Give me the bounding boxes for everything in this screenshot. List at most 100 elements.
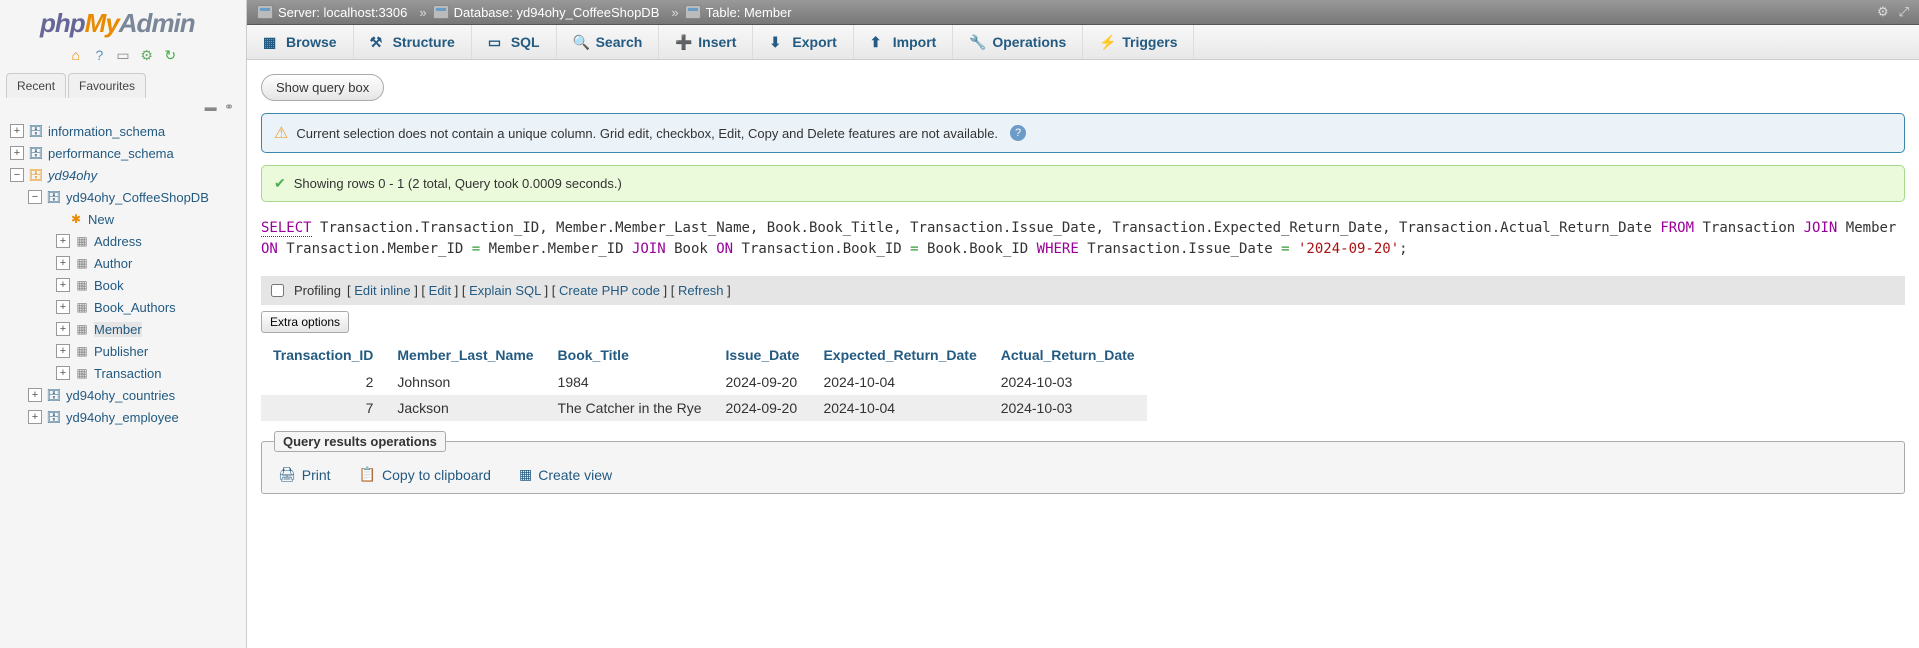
- refresh-icon[interactable]: ↻: [162, 47, 178, 63]
- tree-toggle-icon[interactable]: +: [10, 146, 24, 160]
- tree-label[interactable]: Transaction: [94, 366, 161, 381]
- tree-toggle-icon[interactable]: +: [56, 344, 70, 358]
- sql-token: ,: [1382, 220, 1399, 236]
- print-link[interactable]: 🖨Print: [278, 466, 331, 483]
- operations-icon: 🔧: [969, 34, 985, 50]
- tree-label[interactable]: Member: [94, 322, 142, 337]
- tree-toggle-icon[interactable]: +: [56, 234, 70, 248]
- tree-label[interactable]: information_schema: [48, 124, 165, 139]
- copy-clipboard-link[interactable]: 📋Copy to clipboard: [359, 466, 491, 483]
- tree-label[interactable]: yd94ohy_employee: [66, 410, 179, 425]
- col-member_last_name[interactable]: Member_Last_Name: [385, 341, 545, 369]
- sql-token: Transaction: [1112, 220, 1205, 236]
- tab-label: Import: [893, 34, 937, 50]
- tab-export[interactable]: ⬇Export: [753, 25, 853, 59]
- tab-browse[interactable]: ▦Browse: [247, 25, 354, 59]
- qt-link-explain-sql[interactable]: Explain SQL: [469, 283, 541, 298]
- tab-sql[interactable]: ▭SQL: [472, 25, 557, 59]
- tab-favourites[interactable]: Favourites: [68, 73, 146, 98]
- tree-item-yd94ohy-employee[interactable]: +🗄yd94ohy_employee: [0, 406, 246, 428]
- tree-toggle-icon[interactable]: +: [56, 256, 70, 270]
- tree-label[interactable]: Book_Authors: [94, 300, 176, 315]
- tab-structure[interactable]: ⚒Structure: [354, 25, 472, 59]
- tree-label[interactable]: New: [88, 212, 114, 227]
- tree-item-yd94ohy-countries[interactable]: +🗄yd94ohy_countries: [0, 384, 246, 406]
- tree-item-publisher[interactable]: +▦Publisher: [0, 340, 246, 362]
- home-icon[interactable]: ⌂: [68, 47, 84, 63]
- tree-item-new[interactable]: ✱New: [0, 208, 246, 230]
- show-query-button[interactable]: Show query box: [261, 74, 384, 101]
- tree-label[interactable]: performance_schema: [48, 146, 174, 161]
- tab-recent[interactable]: Recent: [6, 73, 66, 98]
- col-transaction_id[interactable]: Transaction_ID: [261, 341, 385, 369]
- import-icon: ⬆: [870, 34, 886, 50]
- tree-label[interactable]: Book: [94, 278, 124, 293]
- tree-toggle-icon[interactable]: +: [56, 300, 70, 314]
- sql-token: =: [1281, 241, 1289, 257]
- bc-database[interactable]: Database: yd94ohy_CoffeeShopDB: [433, 5, 660, 20]
- tab-import[interactable]: ⬆ Import: [854, 25, 954, 59]
- collapse-top-icon[interactable]: ⤢: [1899, 4, 1909, 20]
- tab-triggers[interactable]: ⚡Triggers: [1083, 25, 1194, 59]
- settings-icon[interactable]: ⚙: [139, 47, 155, 63]
- sql-token: ,: [539, 220, 556, 236]
- cell: 2024-10-04: [811, 369, 988, 395]
- help-icon[interactable]: ?: [91, 47, 107, 63]
- bc-table-value[interactable]: Member: [744, 5, 792, 20]
- tree-item-book[interactable]: +▦Book: [0, 274, 246, 296]
- tab-label: Export: [792, 34, 836, 50]
- tree-toggle-icon[interactable]: +: [56, 278, 70, 292]
- tab-search[interactable]: 🔍Search: [557, 25, 660, 59]
- info-message: ⚠ Current selection does not contain a u…: [261, 113, 1905, 153]
- extra-options-button[interactable]: Extra options: [261, 311, 349, 333]
- tree-toggle-icon[interactable]: +: [56, 322, 70, 336]
- tree-label[interactable]: Address: [94, 234, 142, 249]
- tree-label[interactable]: yd94ohy_countries: [66, 388, 175, 403]
- table-icon: ▦: [74, 365, 90, 381]
- profiling-checkbox[interactable]: [271, 284, 284, 297]
- create-view-link[interactable]: ▦Create view: [519, 466, 612, 483]
- qt-link-create-php-code[interactable]: Create PHP code: [559, 283, 660, 298]
- tree-item-yd94ohy[interactable]: −🗄yd94ohy: [0, 164, 246, 186]
- gear-icon[interactable]: ⚙: [1877, 4, 1889, 20]
- col-issue_date[interactable]: Issue_Date: [714, 341, 812, 369]
- tree-toggle-icon[interactable]: +: [28, 410, 42, 424]
- sql-token: ,: [893, 220, 910, 236]
- qt-link-refresh[interactable]: Refresh: [678, 283, 724, 298]
- tree-toggle-icon[interactable]: +: [56, 366, 70, 380]
- sql-token: .: [413, 220, 421, 236]
- tree-item-yd94ohy-coffeeshopdb[interactable]: −🗄yd94ohy_CoffeeShopDB: [0, 186, 246, 208]
- col-actual_return_date[interactable]: Actual_Return_Date: [989, 341, 1147, 369]
- qt-link-edit[interactable]: Edit: [429, 283, 451, 298]
- tree-toggle-icon[interactable]: −: [28, 190, 42, 204]
- col-expected_return_date[interactable]: Expected_Return_Date: [811, 341, 988, 369]
- tab-operations[interactable]: 🔧Operations: [953, 25, 1083, 59]
- tree-toggle-icon[interactable]: +: [28, 388, 42, 402]
- bc-server-value[interactable]: localhost:3306: [324, 5, 408, 20]
- tree-label[interactable]: yd94ohy: [48, 168, 97, 183]
- tree-item-information-schema[interactable]: +🗄information_schema: [0, 120, 246, 142]
- tree-item-performance-schema[interactable]: +🗄performance_schema: [0, 142, 246, 164]
- bc-server[interactable]: Server: localhost:3306: [257, 5, 407, 20]
- tree-item-member[interactable]: +▦Member: [0, 318, 246, 340]
- search-icon: 🔍: [573, 34, 589, 50]
- link-icon[interactable]: ⚭: [224, 100, 234, 114]
- tree-label[interactable]: Publisher: [94, 344, 148, 359]
- logo[interactable]: phpMyAdmin: [0, 0, 246, 43]
- tree-label[interactable]: yd94ohy_CoffeeShopDB: [66, 190, 209, 205]
- tree-toggle-icon[interactable]: −: [10, 168, 24, 182]
- collapse-icon[interactable]: ▬: [205, 100, 217, 114]
- tree-item-address[interactable]: +▦Address: [0, 230, 246, 252]
- col-book_title[interactable]: Book_Title: [546, 341, 714, 369]
- bc-table[interactable]: Table: Member: [685, 5, 792, 20]
- tree-item-book-authors[interactable]: +▦Book_Authors: [0, 296, 246, 318]
- tree-toggle-icon[interactable]: +: [10, 124, 24, 138]
- sql-icon[interactable]: ▭: [115, 47, 131, 63]
- help-icon[interactable]: ?: [1010, 125, 1026, 141]
- qt-link-edit-inline[interactable]: Edit inline: [354, 283, 410, 298]
- tree-item-author[interactable]: +▦Author: [0, 252, 246, 274]
- tree-label[interactable]: Author: [94, 256, 132, 271]
- tree-item-transaction[interactable]: + ▦ Transaction: [0, 362, 246, 384]
- tab-insert[interactable]: ➕Insert: [659, 25, 753, 59]
- bc-db-value[interactable]: yd94ohy_CoffeeShopDB: [517, 5, 660, 20]
